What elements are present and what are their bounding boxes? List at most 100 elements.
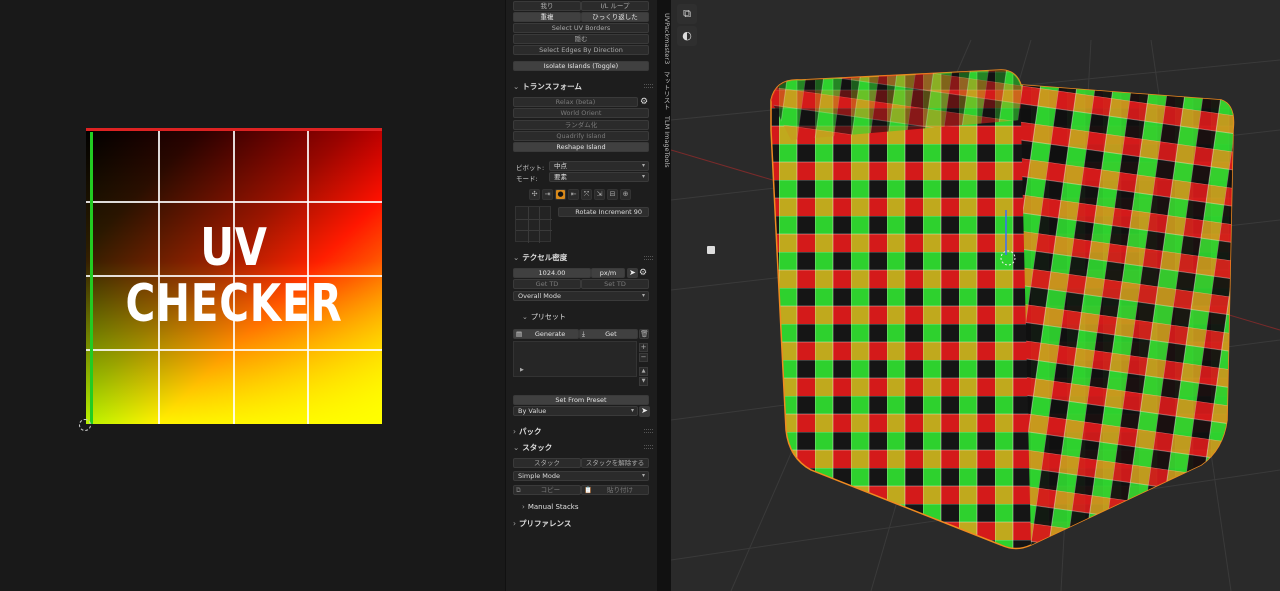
align-stretch-icon[interactable]: ⇲ xyxy=(594,189,605,200)
preset-list[interactable]: ▶ xyxy=(513,341,637,377)
select-loop-button[interactable]: I/L ループ xyxy=(581,1,649,11)
drag-handle-icon[interactable] xyxy=(644,429,653,433)
chevron-down-icon: ▾ xyxy=(641,162,645,169)
unstack-button[interactable]: スタックを解除する xyxy=(581,458,649,468)
drag-handle-icon[interactable] xyxy=(644,445,653,449)
randomize-button[interactable]: ランダム化 xyxy=(513,120,649,130)
generate-label: Generate xyxy=(534,330,566,338)
move-down-icon[interactable]: ▼ xyxy=(639,377,648,386)
chevron-down-icon: ⌄ xyxy=(513,443,520,452)
align-move-icon[interactable]: ✣ xyxy=(529,189,540,200)
stack-button[interactable]: スタック xyxy=(513,458,581,468)
rotate-increment-value: 90 xyxy=(633,208,642,216)
rotate-increment-label: Rotate Increment xyxy=(575,208,632,216)
paste-label: 貼り付け xyxy=(607,486,634,494)
align-center-icon[interactable]: ● xyxy=(555,189,566,200)
paste-icon: 📋 xyxy=(584,486,593,494)
quadrify-island-button[interactable]: Quadrify Island xyxy=(513,131,649,141)
cursor-arrow-icon[interactable]: ➤ xyxy=(639,406,650,417)
chevron-down-icon: ⌄ xyxy=(522,313,528,321)
by-value-dropdown[interactable]: By Value ▾ xyxy=(513,406,638,416)
pivot-dropdown[interactable]: 中点 ▾ xyxy=(549,161,649,171)
direction-grid[interactable] xyxy=(515,206,552,243)
align-grid-icon[interactable]: ⊕ xyxy=(620,189,631,200)
align-distribute-icon[interactable]: ⤧ xyxy=(581,189,592,200)
set-from-preset-button[interactable]: Set From Preset xyxy=(513,395,649,405)
chevron-down-icon: ▾ xyxy=(641,173,645,180)
trash-icon[interactable]: 🗑 xyxy=(639,329,649,339)
texel-density-section-header[interactable]: ⌄ テクセル密度 xyxy=(513,252,567,263)
gear-icon[interactable]: ⚙ xyxy=(640,97,650,107)
texel-mode-dropdown[interactable]: Overall Mode ▾ xyxy=(513,291,649,301)
remove-preset-icon[interactable]: − xyxy=(639,353,648,362)
preferences-section-header[interactable]: › プリファレンス xyxy=(513,518,571,529)
uv-checker-line1: UV xyxy=(200,218,268,278)
tab-uvpackmaster3[interactable]: UVPackmaster3 xyxy=(657,10,671,68)
align-fit-icon[interactable]: ⊟ xyxy=(607,189,618,200)
stack-mode-dropdown[interactable]: Simple Mode ▾ xyxy=(513,471,649,481)
isolate-islands-button[interactable]: Isolate Islands (Toggle) xyxy=(513,61,649,71)
uv-checker-label: UV CHECKER xyxy=(86,220,382,332)
paste-button[interactable]: 📋 貼り付け xyxy=(581,485,649,495)
chevron-down-icon: ▾ xyxy=(641,292,645,299)
download-icon: ⤓ xyxy=(582,330,585,338)
preferences-header-label: プリファレンス xyxy=(519,519,572,528)
manual-stacks-label: Manual Stacks xyxy=(527,503,579,511)
stack-header-label: スタック xyxy=(522,443,553,452)
drag-handle-icon[interactable] xyxy=(644,256,653,260)
world-orient-button[interactable]: World Orient xyxy=(513,108,649,118)
select-uv-borders-button[interactable]: Select UV Borders xyxy=(513,23,649,33)
add-preset-icon[interactable]: + xyxy=(639,343,648,352)
tab-material-list[interactable]: マットリスト xyxy=(657,70,671,110)
copy-button[interactable]: ⧉ コピー xyxy=(513,485,581,495)
select-flipped-button[interactable]: ひっくり返した xyxy=(581,12,649,22)
select-button-left-1[interactable]: 我り xyxy=(513,1,581,11)
chevron-right-icon: › xyxy=(513,519,516,528)
uv-checker-cube[interactable] xyxy=(671,0,1280,591)
sidebar-tab-strip: UVPackmaster3 マットリスト TLM ImageTools xyxy=(657,0,671,591)
uv-grid-line xyxy=(86,349,382,351)
texel-density-value-field[interactable]: 1024.00 xyxy=(513,268,591,278)
get-td-button[interactable]: Get TD xyxy=(513,279,581,289)
rotate-increment-field[interactable]: Rotate Increment 90 xyxy=(558,207,649,217)
chevron-down-icon: ⌄ xyxy=(513,82,520,91)
pack-section-header[interactable]: › パック xyxy=(513,426,542,437)
2d-cursor-icon[interactable] xyxy=(79,419,91,431)
uv-checker-texture: UV CHECKER xyxy=(86,128,382,424)
pack-header-label: パック xyxy=(519,427,542,436)
cursor-arrow-icon[interactable]: ➤ xyxy=(627,268,638,278)
hide-button[interactable]: 隠む xyxy=(513,34,649,44)
align-collapse-icon[interactable]: ⇥ xyxy=(542,189,553,200)
gear-icon[interactable]: ⚙ xyxy=(639,268,649,278)
align-expand-icon[interactable]: ⇤ xyxy=(568,189,579,200)
select-overlap-button[interactable]: 重複 xyxy=(513,12,581,22)
mode-dropdown[interactable]: 要素 ▾ xyxy=(549,172,649,182)
chevron-right-icon: › xyxy=(513,427,516,436)
play-icon[interactable]: ▶ xyxy=(520,367,524,373)
stack-mode-value: Simple Mode xyxy=(518,472,560,480)
uv-editor[interactable]: UV CHECKER xyxy=(0,0,505,591)
pivot-value: 中点 xyxy=(554,162,567,170)
mode-label: モード: xyxy=(516,175,538,183)
texel-unit-dropdown[interactable]: px/m xyxy=(591,268,625,278)
reshape-island-button[interactable]: Reshape Island xyxy=(513,142,649,152)
uv-grid-line xyxy=(86,201,382,203)
preset-add-icon: ▤ xyxy=(516,330,523,338)
tab-tlm-imagetools[interactable]: TLM ImageTools xyxy=(657,114,671,170)
transform-section-header[interactable]: ⌄ トランスフォーム xyxy=(513,81,582,92)
3d-viewport[interactable]: ⧉ ◐ xyxy=(671,0,1280,591)
mode-value: 要素 xyxy=(554,173,567,181)
select-edges-by-direction-button[interactable]: Select Edges By Direction xyxy=(513,45,649,55)
stack-section-header[interactable]: ⌄ スタック xyxy=(513,442,552,453)
preset-subsection-header[interactable]: ⌄ プリセット xyxy=(522,312,566,322)
relax-button[interactable]: Relax (beta) xyxy=(513,97,638,107)
generate-button[interactable]: ▤ Generate xyxy=(513,329,579,339)
get-preset-button[interactable]: ⤓ Get xyxy=(579,329,638,339)
drag-handle-icon[interactable] xyxy=(644,84,653,88)
chevron-down-icon: ⌄ xyxy=(513,253,520,262)
set-td-button[interactable]: Set TD xyxy=(581,279,649,289)
get-label: Get xyxy=(605,330,617,338)
by-value-label: By Value xyxy=(518,407,547,415)
manual-stacks-subsection-header[interactable]: › Manual Stacks xyxy=(522,503,579,511)
move-up-icon[interactable]: ▲ xyxy=(639,367,648,376)
